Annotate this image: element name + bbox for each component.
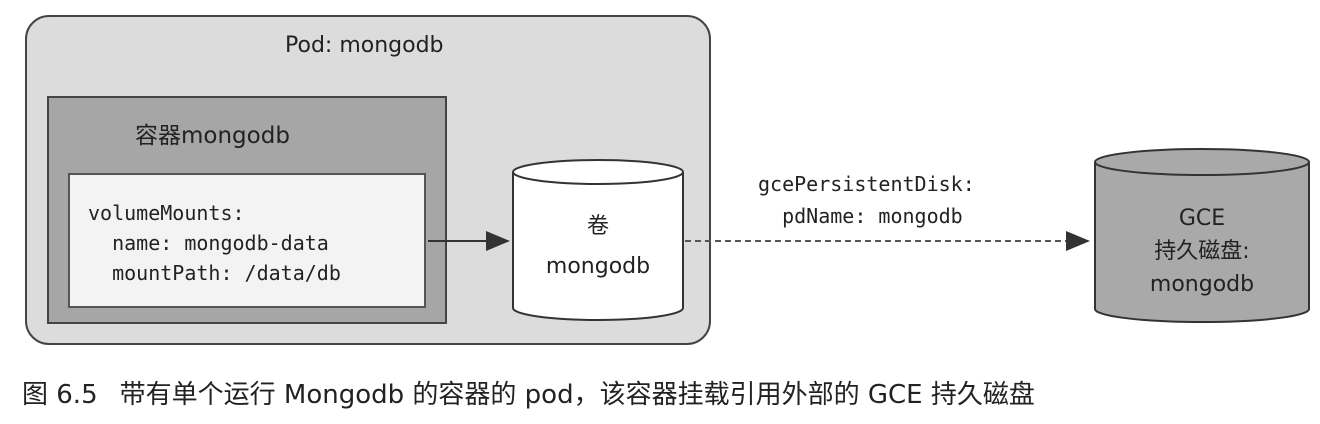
volume-label-line1: 卷 xyxy=(586,214,609,239)
disk-label-line2: 持久磁盘: xyxy=(1154,239,1250,264)
figure-caption: 图 6.5 带有单个运行 Mongodb 的容器的 pod，该容器挂载引用外部的 … xyxy=(22,374,1035,411)
volume-label-line2: mongodb xyxy=(545,254,651,279)
figure-number: 图 6.5 xyxy=(22,380,98,410)
disk-label-line1: GCE xyxy=(1178,206,1226,231)
figure-caption-text: 带有单个运行 Mongodb 的容器的 pod，该容器挂载引用外部的 GCE 持… xyxy=(119,380,1035,410)
connection-label-line1: gcePersistentDisk: xyxy=(758,172,975,196)
disk-label-line3: mongodb xyxy=(1149,272,1255,297)
connection-label-line2: pdName: mongodb xyxy=(758,204,963,228)
